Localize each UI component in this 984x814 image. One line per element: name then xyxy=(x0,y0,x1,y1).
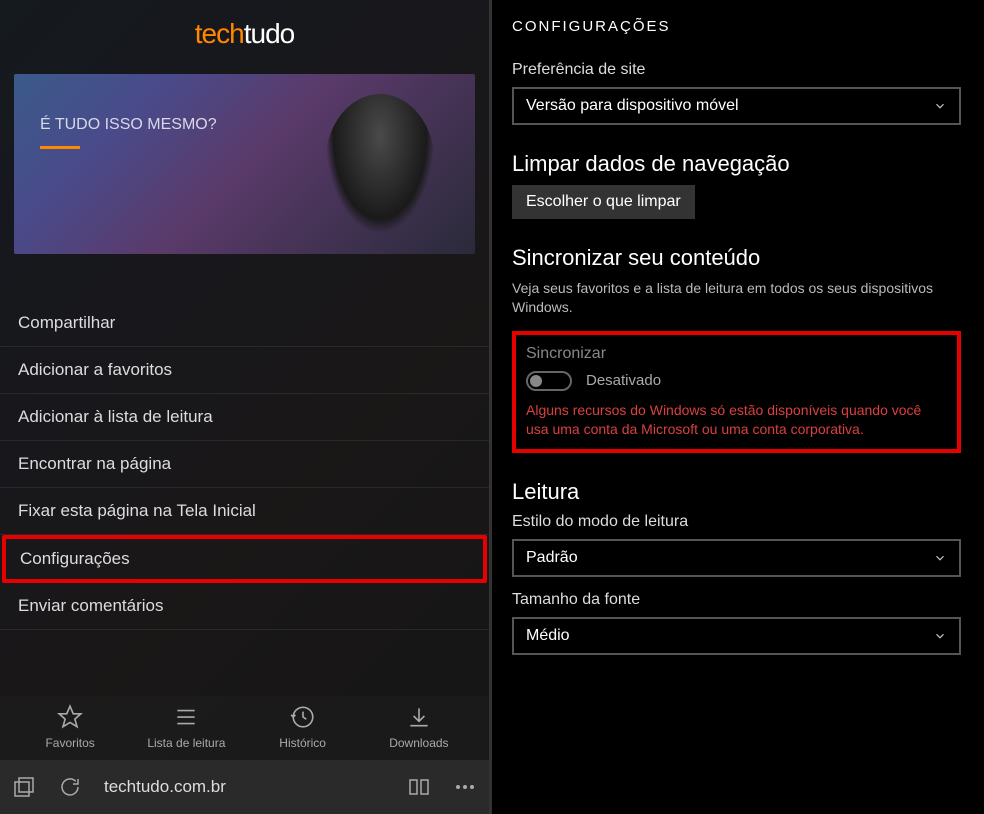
appbar-favorites[interactable]: Favoritos xyxy=(25,704,115,750)
list-icon xyxy=(173,704,199,730)
logo-tudo: tudo xyxy=(244,18,295,49)
sync-warning-text: Alguns recursos do Windows só estão disp… xyxy=(526,401,947,439)
menu-add-reading-list[interactable]: Adicionar à lista de leitura xyxy=(0,394,489,441)
toggle-thumb xyxy=(530,375,542,387)
appbar-downloads[interactable]: Downloads xyxy=(374,704,464,750)
site-logo: techtudo xyxy=(0,0,489,64)
sync-toggle[interactable] xyxy=(526,371,572,391)
appbar-reading-list-label: Lista de leitura xyxy=(147,736,225,750)
hero-accent xyxy=(40,146,80,149)
menu-find-on-page[interactable]: Encontrar na página xyxy=(0,441,489,488)
appbar-history[interactable]: Histórico xyxy=(258,704,348,750)
site-preference-select[interactable]: Versão para dispositivo móvel xyxy=(512,87,961,125)
sync-highlight-box: Sincronizar Desativado Alguns recursos d… xyxy=(512,331,961,453)
url-text[interactable]: techtudo.com.br xyxy=(104,777,385,797)
logo-tech: tech xyxy=(195,18,244,49)
font-size-value: Médio xyxy=(526,627,570,645)
context-menu: Compartilhar Adicionar a favoritos Adici… xyxy=(0,300,489,630)
download-icon xyxy=(406,704,432,730)
menu-send-feedback[interactable]: Enviar comentários xyxy=(0,583,489,630)
site-preference-value: Versão para dispositivo móvel xyxy=(526,97,739,115)
font-size-select[interactable]: Médio xyxy=(512,617,961,655)
history-icon xyxy=(290,704,316,730)
reading-style-value: Padrão xyxy=(526,549,578,567)
refresh-icon[interactable] xyxy=(58,775,82,799)
sync-toggle-state: Desativado xyxy=(586,372,661,389)
chevron-down-icon xyxy=(933,629,947,643)
sync-description: Veja seus favoritos e a lista de leitura… xyxy=(512,279,961,317)
menu-add-favorites[interactable]: Adicionar a favoritos xyxy=(0,347,489,394)
menu-share[interactable]: Compartilhar xyxy=(0,300,489,347)
appbar-reading-list[interactable]: Lista de leitura xyxy=(141,704,231,750)
clear-data-heading: Limpar dados de navegação xyxy=(512,151,961,177)
hero-image xyxy=(325,94,435,234)
appbar-favorites-label: Favoritos xyxy=(45,736,94,750)
choose-what-to-clear-button[interactable]: Escolher o que limpar xyxy=(512,185,695,219)
chevron-down-icon xyxy=(933,551,947,565)
site-preference-label: Preferência de site xyxy=(512,61,961,79)
sync-heading: Sincronizar seu conteúdo xyxy=(512,245,961,271)
more-icon[interactable] xyxy=(453,775,477,799)
sync-toggle-label: Sincronizar xyxy=(526,345,947,363)
appbar-downloads-label: Downloads xyxy=(389,736,448,750)
reading-style-label: Estilo do modo de leitura xyxy=(512,513,961,531)
menu-pin-to-start[interactable]: Fixar esta página na Tela Inicial xyxy=(0,488,489,535)
sync-toggle-row: Desativado xyxy=(526,371,947,391)
star-icon xyxy=(57,704,83,730)
reading-heading: Leitura xyxy=(512,479,961,505)
tabs-icon[interactable] xyxy=(12,775,36,799)
settings-title: CONFIGURAÇÕES xyxy=(512,18,961,35)
hero-card[interactable]: É TUDO ISSO MESMO? xyxy=(14,74,475,254)
hero-title: É TUDO ISSO MESMO? xyxy=(40,116,217,134)
reading-style-select[interactable]: Padrão xyxy=(512,539,961,577)
browser-menu-panel: techtudo É TUDO ISSO MESMO? Compartilhar… xyxy=(0,0,489,814)
chevron-down-icon xyxy=(933,99,947,113)
bottom-appbar: Favoritos Lista de leitura Histórico Dow… xyxy=(0,696,489,760)
settings-panel: CONFIGURAÇÕES Preferência de site Versão… xyxy=(489,0,981,814)
appbar-history-label: Histórico xyxy=(279,736,326,750)
url-bar: techtudo.com.br xyxy=(0,760,489,814)
reading-mode-icon[interactable] xyxy=(407,775,431,799)
font-size-label: Tamanho da fonte xyxy=(512,591,961,609)
menu-settings[interactable]: Configurações xyxy=(2,535,487,583)
